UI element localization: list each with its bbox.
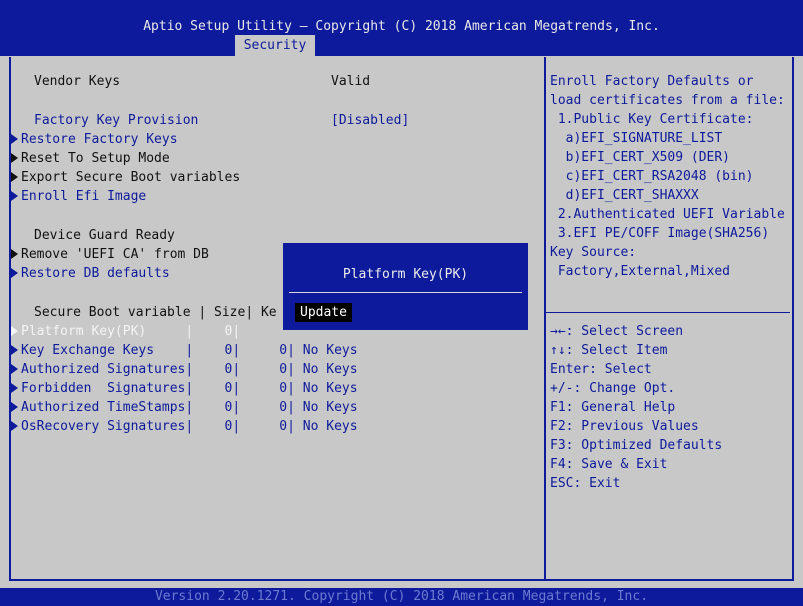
help-line: a)EFI_SIGNATURE_LIST: [550, 131, 723, 146]
submenu-arrow-icon: [11, 268, 18, 278]
submenu-arrow-icon: [11, 326, 18, 336]
help-line: Key Source:: [550, 245, 637, 260]
help-line: 2.Authenticated UEFI Variable: [550, 207, 785, 222]
help-line: b)EFI_CERT_X509 (DER): [550, 150, 731, 165]
footer-version: Version 2.20.1271. Copyright (C) 2018 Am…: [0, 588, 803, 606]
help-line: 1.Public Key Certificate:: [550, 112, 754, 127]
remove-uefi-ca-item[interactable]: Remove 'UEFI CA' from DB: [21, 245, 209, 264]
submenu-arrow-icon: [11, 383, 18, 393]
table-row-platform-key[interactable]: Platform Key(PK) | 0|: [21, 322, 240, 341]
submenu-arrow-icon: [11, 191, 18, 201]
key-hint-select-item: ↑↓: Select Item: [550, 343, 668, 358]
factory-key-provision-label[interactable]: Factory Key Provision: [34, 111, 198, 130]
enroll-efi-image-item[interactable]: Enroll Efi Image: [21, 187, 146, 206]
table-row-osrecovery-signatures[interactable]: OsRecovery Signatures| 0| 0| No Keys: [21, 417, 358, 436]
factory-key-provision-value[interactable]: [Disabled]: [331, 111, 409, 130]
help-line: c)EFI_CERT_RSA2048 (bin): [550, 169, 754, 184]
vendor-keys-label: Vendor Keys: [34, 74, 121, 89]
help-line: d)EFI_CERT_SHAXXX: [550, 188, 699, 203]
key-hint-change-opt: +/-: Change Opt.: [550, 381, 676, 396]
dialog-title: Platform Key(PK): [342, 267, 469, 282]
platform-key-dialog: Platform Key(PK) Update: [283, 243, 528, 330]
submenu-arrow-icon: [11, 421, 18, 431]
tab-security[interactable]: Security: [235, 35, 315, 56]
submenu-arrow-icon: [11, 364, 18, 374]
table-row-authorized-timestamps[interactable]: Authorized TimeStamps| 0| 0| No Keys: [21, 398, 358, 417]
submenu-arrow-icon: [11, 134, 18, 144]
key-hint-save-exit: F4: Save & Exit: [550, 457, 668, 472]
help-line: load certificates from a file:: [550, 93, 785, 108]
export-secure-boot-item[interactable]: Export Secure Boot variables: [21, 168, 240, 187]
restore-db-defaults-item[interactable]: Restore DB defaults: [21, 264, 170, 283]
key-hint-previous-values: F2: Previous Values: [550, 419, 699, 434]
vendor-keys-value: Valid: [331, 74, 371, 89]
submenu-arrow-icon: [11, 153, 18, 163]
reset-to-setup-mode-item[interactable]: Reset To Setup Mode: [21, 149, 170, 168]
submenu-arrow-icon: [11, 172, 18, 182]
table-row-authorized-signatures[interactable]: Authorized Signatures| 0| 0| No Keys: [21, 360, 358, 379]
secure-boot-table-header: Secure Boot variable | Size| Ke: [34, 305, 277, 320]
help-line: Factory,External,Mixed: [550, 264, 731, 279]
device-guard-ready-label: Device Guard Ready: [34, 228, 175, 243]
update-option[interactable]: Update: [295, 303, 352, 322]
help-line: Enroll Factory Defaults or: [550, 74, 754, 89]
help-line: 3.EFI PE/COFF Image(SHA256): [550, 226, 770, 241]
table-row-forbidden-signatures[interactable]: Forbidden Signatures| 0| 0| No Keys: [21, 379, 358, 398]
key-hint-general-help: F1: General Help: [550, 400, 676, 415]
dialog-divider: [289, 292, 522, 293]
key-hint-exit: ESC: Exit: [550, 476, 621, 491]
table-row-key-exchange-keys[interactable]: Key Exchange Keys | 0| 0| No Keys: [21, 341, 358, 360]
submenu-arrow-icon: [11, 345, 18, 355]
restore-factory-keys-item[interactable]: Restore Factory Keys: [21, 130, 178, 149]
submenu-arrow-icon: [11, 402, 18, 412]
header-bar: Aptio Setup Utility – Copyright (C) 2018…: [0, 0, 803, 56]
key-hint-optimized-defaults: F3: Optimized Defaults: [550, 438, 723, 453]
panel-divider: [544, 57, 546, 581]
app-title: Aptio Setup Utility – Copyright (C) 2018…: [143, 19, 660, 34]
help-separator: [546, 312, 790, 313]
key-hint-select-screen: →←: Select Screen: [550, 324, 684, 339]
key-hint-enter: Enter: Select: [550, 362, 652, 377]
submenu-arrow-icon: [11, 249, 18, 259]
